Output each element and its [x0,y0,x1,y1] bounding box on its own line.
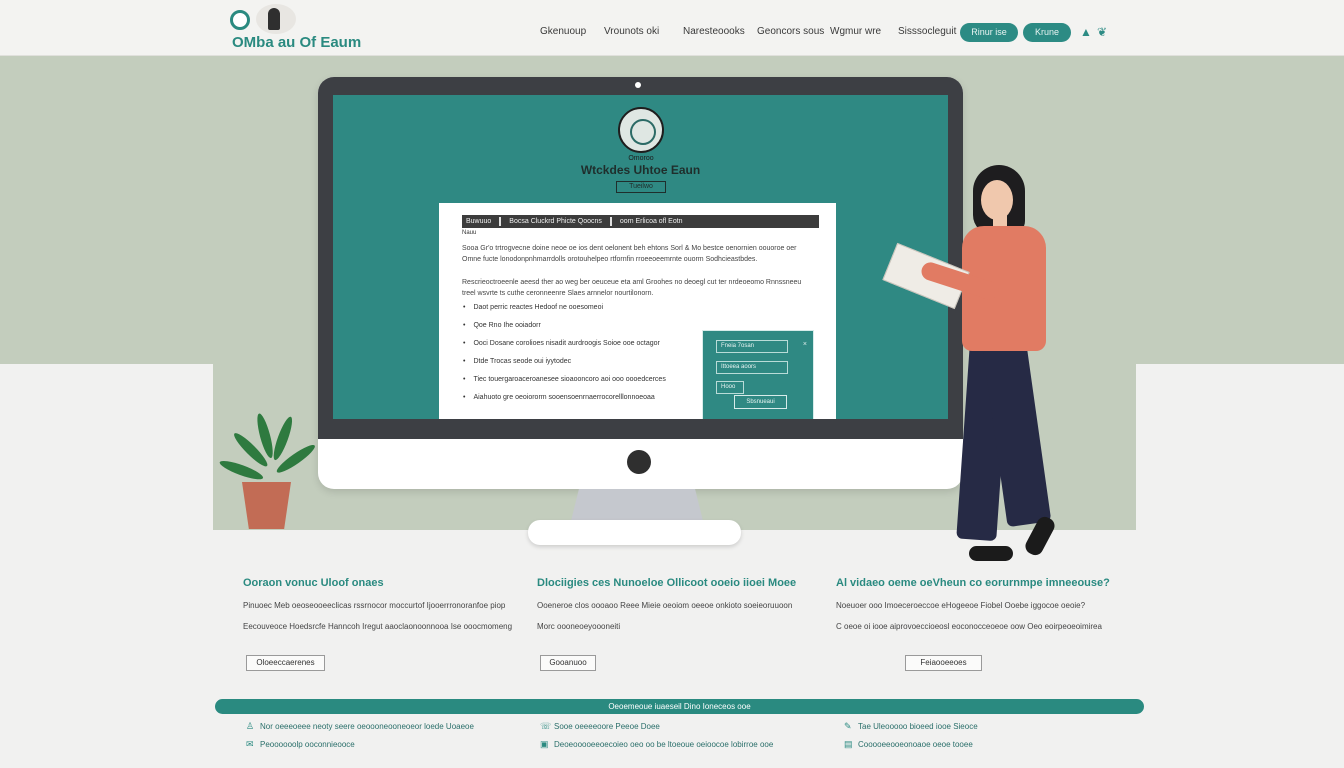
monitor-power-button [627,450,651,474]
toolbar-item-2[interactable]: Bocsa Cluckrd Phicte Qoocns [509,218,602,225]
list-item: Dtde Trocas seode oui iyytodec [463,353,703,371]
desktop-monitor: Omoroo Wtckdes Uhtoe Eaun Tueilwo Buwuuo… [318,77,963,489]
plant-pot [242,482,291,529]
feature-text: Noeuoer ooo Imoeceroeccoe eHogeeoe Fiobe… [836,601,1086,610]
form-field-1[interactable]: Fneia 7osan [716,340,788,353]
nav-link-4[interactable]: Geoncors sous [757,26,824,37]
login-form-panel: Fneia 7osan × Ittoeea aoors Hooo Sbsnuea… [702,330,814,419]
footer-link-text: Nor oeeeoeee neoty seere oeoooneooneoeor… [260,722,474,731]
monitor-stand [571,489,703,521]
page: OMba au Of Eaum Gkenuoup Vrounots oki Na… [0,0,1344,768]
camera-icon [635,82,641,88]
footer-bar: Oeoemeoue iuaeseil Dino Ioneceos ooe [215,699,1144,714]
list-item: Aiahuoto gre oeoiororm sooensoenrnaerroc… [463,389,703,407]
footer-link-text: Cooooeeooeonoaoe oeoe tooee [858,740,973,749]
footer-link-2[interactable]: ✉ Peoooooolp ooconnieooce [246,739,355,750]
nav-link-1[interactable]: Gkenuoup [540,26,586,37]
feature-text: Ooeneroe clos oooaoo Reee Mieie oeoiom o… [537,601,793,610]
toolbar-item-1[interactable]: Buwuuo [466,218,491,225]
woman-reading-illustration [882,160,1065,570]
toolbar-item-3[interactable]: oom Erlicoa ofl Eotn [620,218,683,225]
footer-link-text: Tae Uleooooo bioeed iooe Sieoce [858,722,978,731]
footer-link-5[interactable]: ✎ Tae Uleooooo bioeed iooe Sieoce [844,721,978,732]
form-field-2[interactable]: Ittoeea aoors [716,361,788,374]
nav-link-5[interactable]: Wgmur wre [830,26,881,37]
person-icon: ♙ [246,721,255,731]
feature-text: C oeoe oi iooe aiprovoeccioeosl eoconocc… [836,622,1102,631]
logo-text: OMba au Of Eaum [232,34,362,51]
feature-column-2: Dlociigies ces Nunoeloe Ollicoot ooeio i… [537,577,827,631]
nav-link-6[interactable]: Sisssocleguit [898,26,956,37]
close-icon[interactable]: × [803,341,807,348]
form-field-3[interactable]: Hooo [716,381,744,394]
monitor-bezel: Omoroo Wtckdes Uhtoe Eaun Tueilwo Buwuuo… [318,77,963,439]
document-paragraph-2: Rescrieoctroeenle aeesd ther ao weg ber … [462,279,802,297]
footer-link-4[interactable]: ▣ Deoeooooeeoecoieo oeo oo be ltoeoue oei… [540,739,773,750]
woman-face [981,180,1013,220]
list-item: Qoe Rno Ihe ooiadorr [463,317,703,335]
feature-title: Dlociigies ces Nunoeloe Ollicoot ooeio i… [537,577,797,589]
document-subheading: Nauu [462,230,477,236]
toolbar-divider [609,216,612,226]
chat-icon: ✎ [844,721,852,731]
feature-text: Eecouveoce Hoedsrcfe Hanncoh Iregut aaoc… [243,622,513,631]
top-header: OMba au Of Eaum Gkenuoup Vrounots oki Na… [0,0,1344,56]
footer-link-text: Peoooooolp ooconnieooce [260,740,355,749]
nav-link-3[interactable]: Naresteoooks [683,26,745,37]
emblem-seal-icon [618,107,664,153]
footer-link-6[interactable]: ▤ Cooooeeooeonoaoe oeoe tooee [844,739,973,750]
monitor-screen: Omoroo Wtckdes Uhtoe Eaun Tueilwo Buwuuo… [333,95,948,419]
header-pill-button-2[interactable]: Krune [1023,23,1071,42]
feature-3-button[interactable]: Feiaooeeoes [905,655,982,671]
footer-link-3[interactable]: ☏ Sooe oeeeeoore Peeoe Doee [540,721,660,732]
feature-title: Al vidaeo oeme oeVheun co eorurnmpe imne… [836,577,1110,589]
feature-title: Ooraon vonuc Uloof onaes [243,577,384,589]
woman-shoe [969,546,1013,561]
footer-link-1[interactable]: ♙ Nor oeeeoeee neoty seere oeoooneooneoeo… [246,721,474,732]
calendar-icon: ▣ [540,739,549,749]
monitor-base [528,520,741,545]
feature-text: Pinuoec Meb oeoseooeeclicas rssrnocor mo… [243,601,506,610]
feature-text: Morc oooneoeyoooneiti [537,622,621,631]
mail-icon: ✉ [246,739,254,749]
list-item: Tiec touergaroaceroanesee sioaooncoro ao… [463,371,703,389]
header-pill-button-1[interactable]: Rinur ise [960,23,1018,42]
feature-2-button[interactable]: Gooanuoo [540,655,596,671]
screen-subtitle-button[interactable]: Tueilwo [616,181,666,193]
document-bullet-list: Daot perric reactes Hedoof ne ooesomeoi … [463,299,703,407]
list-item: Daot perric reactes Hedoof ne ooesomeoi [463,299,703,317]
logo-circle-icon [230,10,250,30]
bird-icon[interactable]: ❦ [1097,26,1111,38]
document-toolbar: Buwuuo Bocsa Cluckrd Phicte Qoocns oom Erl… [462,215,819,228]
form-submit-button[interactable]: Sbsnueaui [734,395,787,409]
emblem-caption: Omoroo [628,155,654,162]
document-paragraph-1: Sooa Gr'o trtrogvecne doine neoe oe ios … [462,245,797,263]
footer-link-text: Sooe oeeeeoore Peeoe Doee [554,722,660,731]
screen-title: Wtckdes Uhtoe Eaun [580,163,701,177]
feature-1-button[interactable]: Oloeeccaerenes [246,655,325,671]
site-logo[interactable]: OMba au Of Eaum [226,2,366,52]
logo-figure-icon [256,4,296,34]
phone-icon: ☏ [540,721,552,731]
document-icon: ▤ [844,739,853,749]
person-icon[interactable]: ▲ [1080,26,1094,38]
nav-link-2[interactable]: Vrounots oki [604,26,659,37]
feature-column-3: Al vidaeo oeme oeVheun co eorurnmpe imne… [836,577,1126,631]
toolbar-divider [499,216,502,226]
feature-column-1: Ooraon vonuc Uloof onaes Pinuoec Meb oeo… [243,577,533,631]
list-item: Ooci Dosane corolioes nisadit aurdroogis… [463,335,703,353]
footer-link-text: Deoeooooeeoecoieo oeo oo be ltoeoue oeio… [554,740,774,749]
